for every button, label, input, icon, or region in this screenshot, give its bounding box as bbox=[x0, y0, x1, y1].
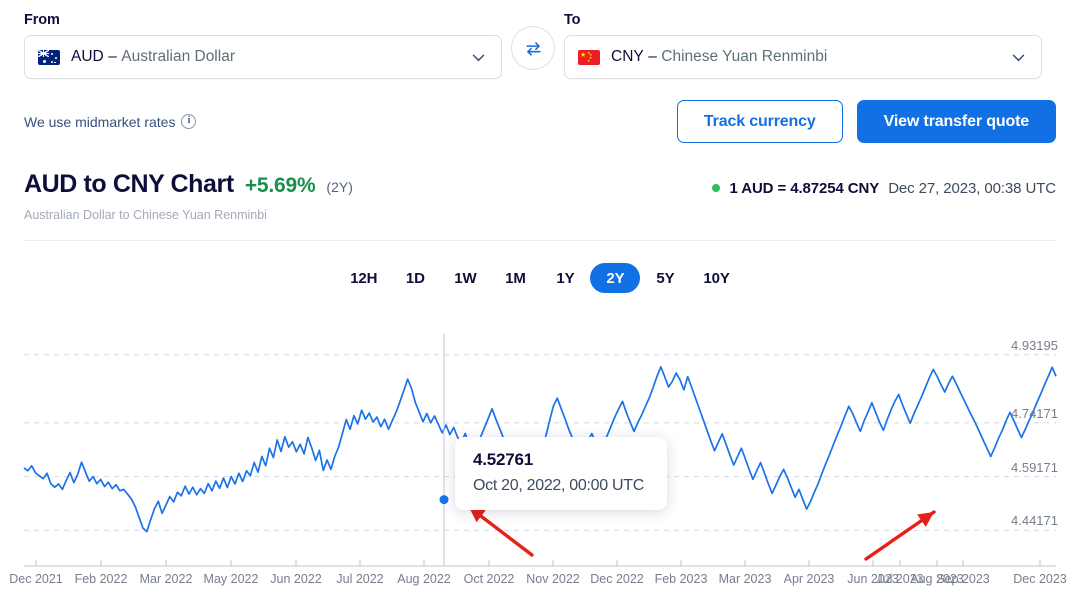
from-currency-name: Australian Dollar bbox=[121, 48, 235, 65]
tab-1y[interactable]: 1Y bbox=[540, 263, 590, 293]
x-axis-label: May 2022 bbox=[203, 572, 259, 586]
page-title: AUD to CNY Chart bbox=[24, 170, 234, 198]
track-currency-button[interactable]: Track currency bbox=[676, 100, 843, 143]
annotation-arrow-1 bbox=[467, 505, 534, 557]
chart-point-marker[interactable] bbox=[439, 495, 449, 505]
swap-arrows-icon bbox=[525, 41, 541, 56]
time-range-tabs: 12H 1D 1W 1M 1Y 2Y 5Y 10Y bbox=[24, 263, 1056, 293]
current-rate-block: 1 AUD = 4.87254 CNY Dec 27, 2023, 00:38 … bbox=[712, 180, 1056, 197]
action-buttons: Track currency View transfer quote bbox=[676, 100, 1056, 143]
info-circle-icon[interactable]: i bbox=[181, 114, 197, 129]
from-currency-text: AUD – Australian Dollar bbox=[71, 48, 459, 66]
x-axis-label: Jun 2022 bbox=[270, 572, 322, 586]
page-subtitle: Australian Dollar to Chinese Yuan Renmin… bbox=[24, 208, 267, 222]
view-transfer-quote-button[interactable]: View transfer quote bbox=[856, 100, 1056, 143]
tab-5y[interactable]: 5Y bbox=[640, 263, 690, 293]
x-axis-label: Dec 2023 bbox=[1013, 572, 1067, 586]
x-axis-label: Nov 2022 bbox=[526, 572, 580, 586]
to-currency-name: Chinese Yuan Renminbi bbox=[661, 48, 828, 65]
live-status-dot bbox=[712, 184, 721, 192]
from-currency-code: AUD bbox=[71, 48, 104, 65]
tab-12h[interactable]: 12H bbox=[337, 263, 390, 293]
current-rate: 1 AUD = 4.87254 CNY bbox=[729, 179, 880, 197]
x-axis-labels: Dec 2021 Feb 2022 Mar 2022 May 2022 Jun 2022… bbox=[0, 568, 1080, 592]
percent-change: +5.69% bbox=[244, 174, 316, 197]
tab-1d[interactable]: 1D bbox=[390, 263, 440, 293]
chart-tooltip: 4.52761 Oct 20, 2022, 00:00 UTC bbox=[455, 437, 667, 510]
x-axis-label: Apr 2023 bbox=[783, 572, 835, 586]
action-row: We use midmarket rates i Track currency … bbox=[24, 100, 1056, 143]
to-currency-group: To ★ ★ ★ ★ ★ CNY – Chinese Yuan Renminbi bbox=[564, 12, 1042, 79]
percent-range-label: (2Y) bbox=[326, 179, 353, 195]
from-currency-group: From AUD – Australian Dollar bbox=[24, 12, 502, 79]
chart-heading-row: AUD to CNY Chart +5.69% (2Y) 1 AUD = 4.8… bbox=[24, 170, 1056, 199]
rate-timestamp: Dec 27, 2023, 00:38 UTC bbox=[888, 179, 1056, 197]
y-axis-label: 4.44171 bbox=[1011, 513, 1058, 529]
chart-heading-left: AUD to CNY Chart +5.69% (2Y) bbox=[24, 170, 353, 199]
to-currency-dash: – bbox=[648, 48, 657, 65]
annotation-arrow-2 bbox=[864, 510, 936, 561]
from-label: From bbox=[24, 12, 60, 28]
x-axis-label: Dec 2022 bbox=[590, 572, 644, 586]
x-axis-label: Feb 2023 bbox=[654, 572, 708, 586]
currency-chart-page: From AUD – Australian Dollar To ★ ★ ★ ★ … bbox=[0, 0, 1080, 605]
chevron-down-icon[interactable] bbox=[1010, 49, 1027, 66]
tooltip-value: 4.52761 bbox=[473, 450, 534, 469]
to-currency-code: CNY bbox=[611, 48, 644, 65]
x-axis-label: Feb 2022 bbox=[74, 572, 128, 586]
midmarket-text: We use midmarket rates bbox=[24, 113, 176, 130]
x-axis-label: Mar 2023 bbox=[718, 572, 772, 586]
x-axis-label: Dec 2021 bbox=[9, 572, 63, 586]
x-axis-label: Sep 2023 bbox=[936, 572, 990, 586]
tab-1w[interactable]: 1W bbox=[440, 263, 490, 293]
x-axis-label: Oct 2022 bbox=[463, 572, 515, 586]
from-currency-dash: – bbox=[108, 48, 117, 65]
to-currency-select[interactable]: ★ ★ ★ ★ ★ CNY – Chinese Yuan Renminbi bbox=[564, 35, 1042, 79]
swap-wrap bbox=[502, 26, 564, 79]
x-axis-label: Jul 2022 bbox=[336, 572, 384, 586]
tab-1m[interactable]: 1M bbox=[490, 263, 540, 293]
section-divider bbox=[24, 240, 1056, 241]
midmarket-notice: We use midmarket rates i bbox=[24, 113, 197, 130]
y-axis-label: 4.59171 bbox=[1011, 459, 1058, 475]
x-axis-label: Mar 2022 bbox=[139, 572, 193, 586]
tooltip-timestamp: Oct 20, 2022, 00:00 UTC bbox=[473, 477, 644, 494]
y-axis-label: 4.74171 bbox=[1011, 405, 1058, 421]
to-currency-text: CNY – Chinese Yuan Renminbi bbox=[611, 48, 999, 66]
tab-2y[interactable]: 2Y bbox=[590, 263, 641, 293]
au-flag-icon bbox=[38, 49, 60, 65]
x-axis-label: Aug 2022 bbox=[397, 572, 451, 586]
currency-selector-row: From AUD – Australian Dollar To ★ ★ ★ ★ … bbox=[24, 0, 1056, 79]
tab-10y[interactable]: 10Y bbox=[690, 263, 742, 293]
y-axis-label: 4.93195 bbox=[1011, 337, 1058, 353]
swap-currencies-button[interactable] bbox=[511, 26, 555, 70]
from-currency-select[interactable]: AUD – Australian Dollar bbox=[24, 35, 502, 79]
to-label: To bbox=[564, 12, 581, 28]
cn-flag-icon: ★ ★ ★ ★ ★ bbox=[578, 49, 600, 65]
chevron-down-icon[interactable] bbox=[470, 49, 487, 66]
